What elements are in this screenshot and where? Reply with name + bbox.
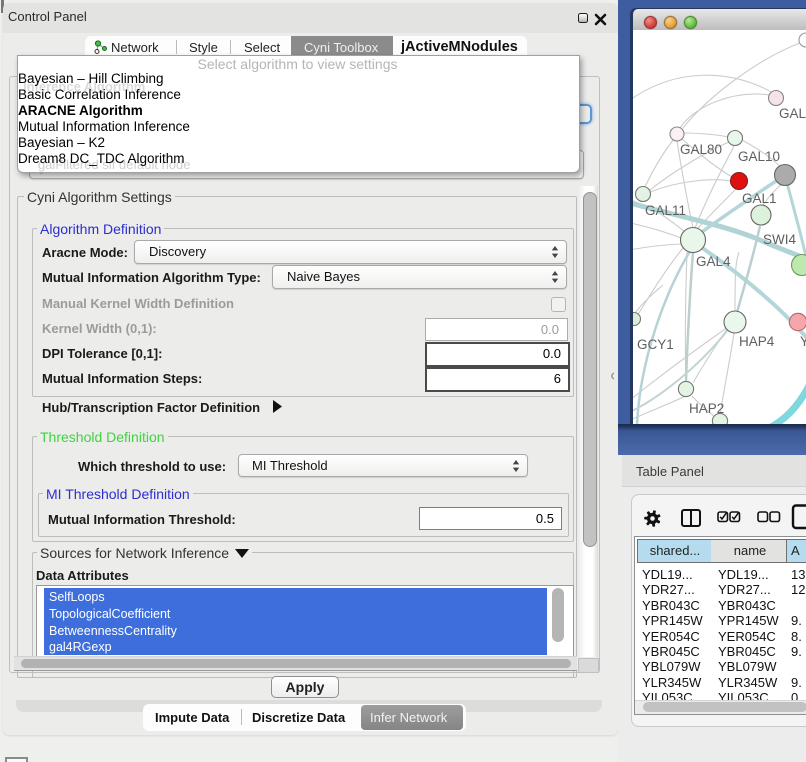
svg-text:GCY1: GCY1 — [637, 337, 674, 352]
svg-text:GAL10: GAL10 — [738, 149, 780, 164]
svg-text:GAL1: GAL1 — [742, 191, 777, 206]
svg-text:HAP4: HAP4 — [739, 334, 775, 349]
svg-text:GAL4: GAL4 — [696, 254, 731, 269]
svg-text:GAL80: GAL80 — [680, 142, 722, 157]
svg-text:SWI4: SWI4 — [763, 232, 796, 247]
svg-text:HAP2: HAP2 — [689, 401, 724, 416]
svg-text:GAL7: GAL7 — [779, 106, 806, 121]
svg-text:Y: Y — [800, 334, 806, 349]
svg-text:GAL11: GAL11 — [645, 203, 686, 218]
